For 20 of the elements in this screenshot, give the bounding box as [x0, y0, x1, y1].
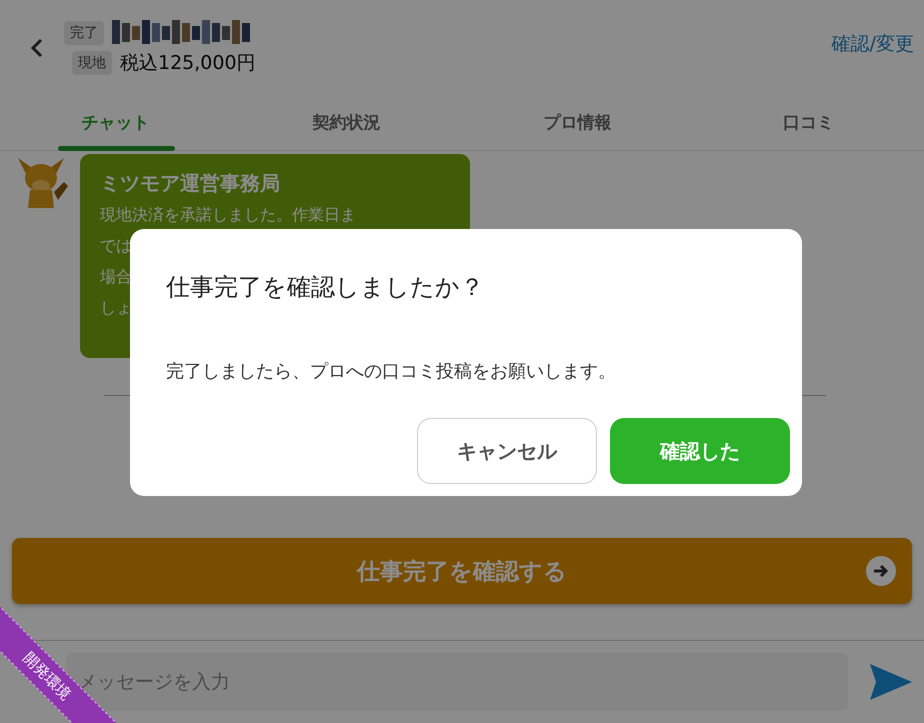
- send-icon[interactable]: [870, 664, 912, 700]
- confirm-button[interactable]: 確認した: [610, 418, 790, 484]
- tab[interactable]: 口コミ: [693, 95, 924, 150]
- tab[interactable]: チャット: [0, 95, 231, 150]
- message-text: しょ: [100, 297, 132, 319]
- tab[interactable]: 契約状況: [231, 95, 462, 150]
- tab[interactable]: プロ情報: [462, 95, 693, 150]
- dialog-message: 完了しましたら、プロへの口コミ投稿をお願いします。: [166, 360, 617, 383]
- payment-badge: 現地: [72, 50, 112, 74]
- status-badge: 完了: [64, 20, 104, 44]
- confirm-change-link[interactable]: 確認/変更: [832, 30, 914, 56]
- price: 税込125,000円: [120, 50, 256, 76]
- message-text: 現地決済を承諾しました。作業日ま: [100, 204, 356, 226]
- arrow-right-icon: [866, 556, 896, 586]
- sender-name: ミツモア運営事務局: [100, 170, 280, 197]
- dialog-title: 仕事完了を確認しましたか？: [166, 272, 485, 303]
- complete-job-button[interactable]: 仕事完了を確認する: [12, 538, 912, 604]
- message-text: 場合: [100, 266, 132, 288]
- chevron-left-icon: [30, 38, 44, 58]
- cancel-button[interactable]: キャンセル: [417, 418, 597, 484]
